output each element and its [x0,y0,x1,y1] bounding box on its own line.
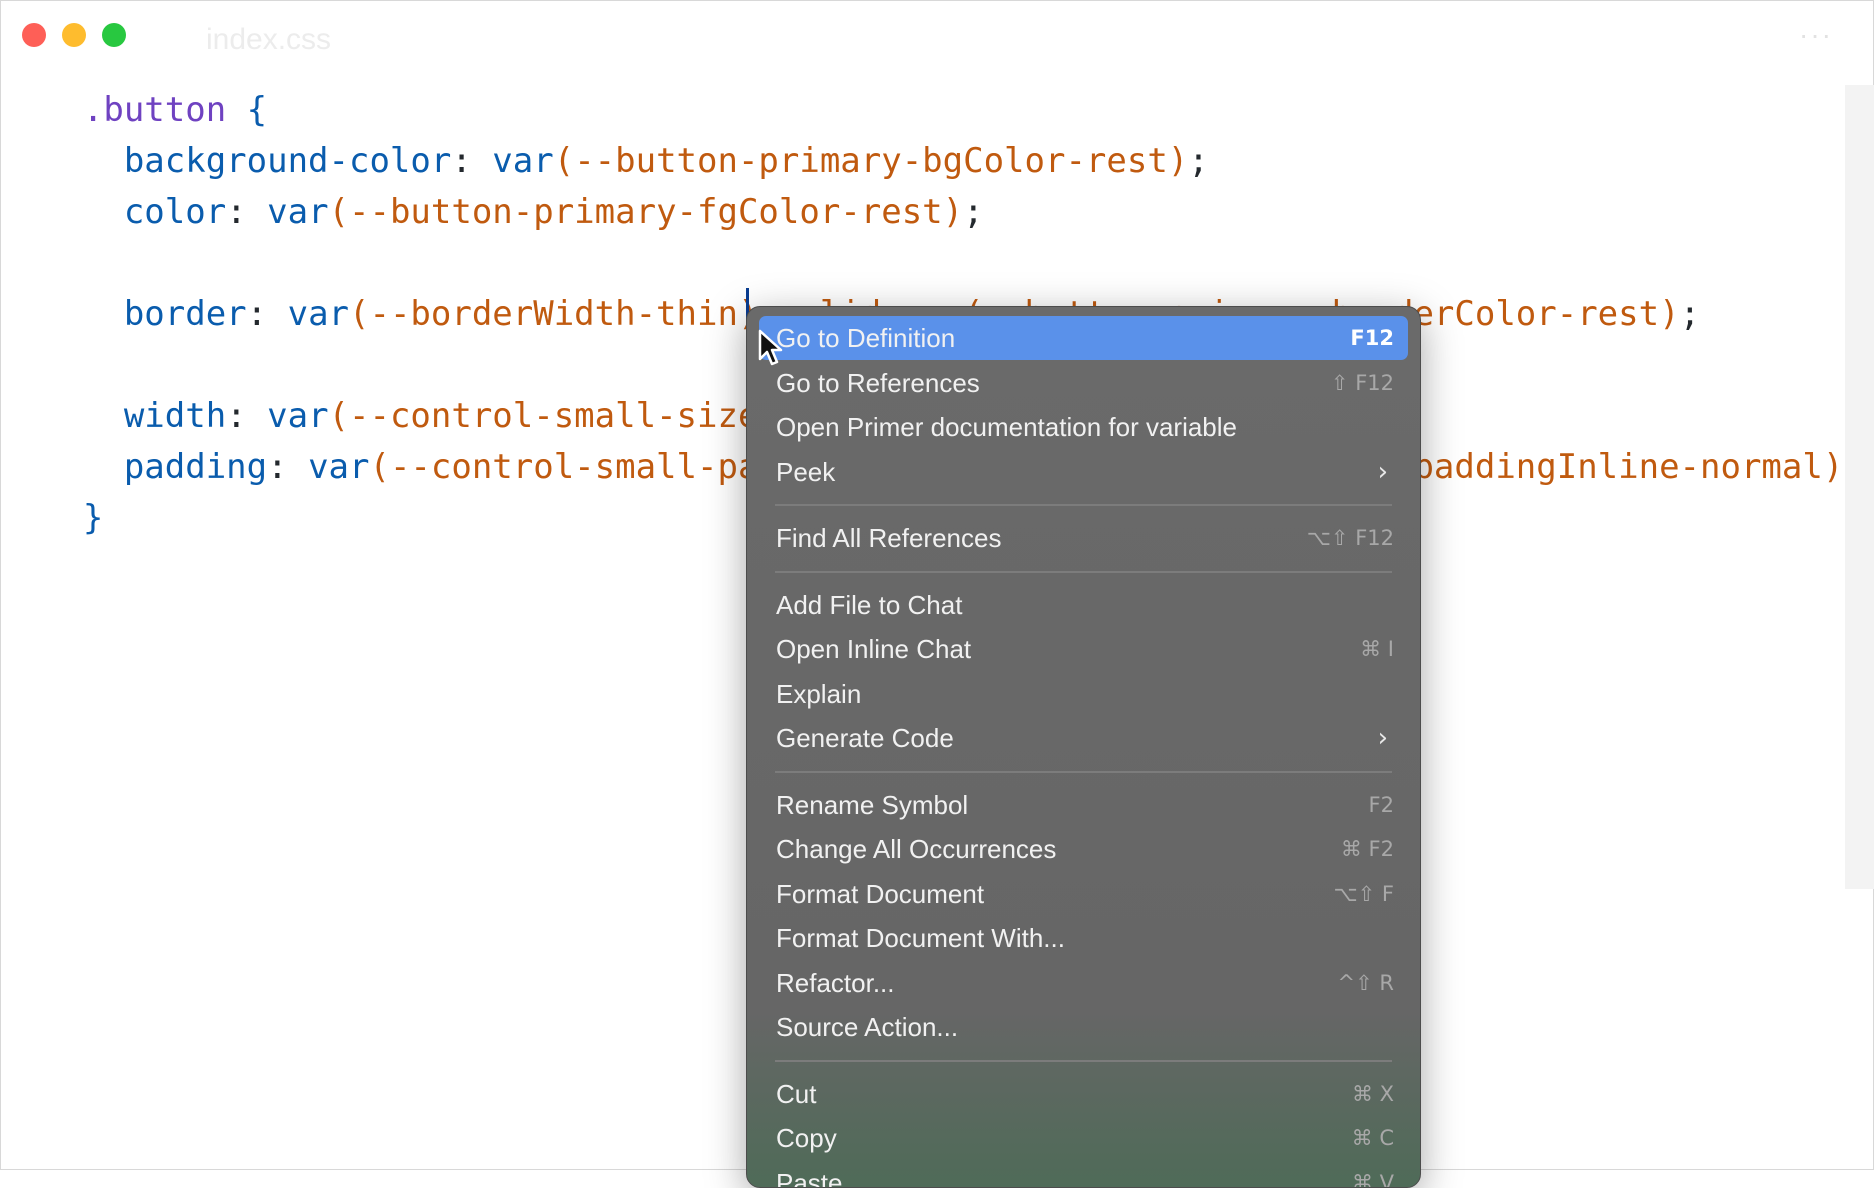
menu-item-label: Copy [776,1116,837,1160]
menu-item-open-inline-chat[interactable]: Open Inline Chat ⌘ I [759,627,1408,671]
menu-item-shortcut: ⌥⇧ F [1333,872,1394,916]
code-line[interactable]: .button { [1,85,267,135]
menu-item-paste[interactable]: Paste ⌘ V [759,1161,1408,1188]
menu-item-label: Open Inline Chat [776,627,971,671]
code-token: (--button-primary-fgColor-rest) [329,192,964,232]
menu-separator [775,1060,1392,1062]
menu-item-label: Format Document With... [776,916,1065,960]
menu-item-shortcut: ⇧ F12 [1331,361,1394,405]
menu-item-label: Go to Definition [776,316,955,360]
menu-item-source-action[interactable]: Source Action... [759,1005,1408,1049]
minimize-window-button[interactable] [62,23,86,47]
code-token: .button [1,90,247,130]
code-token: var [267,396,328,436]
code-token: ; [963,192,983,232]
menu-item-format-document[interactable]: Format Document ⌥⇧ F [759,872,1408,916]
menu-item-shortcut: ⌘ V [1352,1161,1394,1188]
file-tab-title[interactable]: index.css [206,23,331,57]
code-line[interactable]: color: var(--button-primary-fgColor-rest… [1,187,984,237]
menu-item-shortcut: F12 [1350,316,1394,360]
menu-item-label: Format Document [776,872,984,916]
menu-item-explain[interactable]: Explain [759,672,1408,716]
more-actions-icon[interactable]: ··· [1799,19,1833,51]
code-token: : [226,396,267,436]
menu-item-label: Rename Symbol [776,783,968,827]
menu-item-shortcut: ⌥⇧ F12 [1307,516,1394,560]
menu-item-open-primer-documentation-for-variable[interactable]: Open Primer documentation for variable [759,405,1408,449]
code-token: ; [1680,294,1700,334]
menu-item-go-to-references[interactable]: Go to References ⇧ F12 [759,361,1408,405]
menu-item-copy[interactable]: Copy ⌘ C [759,1116,1408,1160]
menu-item-label: Source Action... [776,1005,958,1049]
menu-item-shortcut: ⌘ I [1360,627,1394,671]
menu-separator [775,771,1392,773]
menu-item-label: Go to References [776,361,980,405]
menu-item-peek[interactable]: Peek › [759,450,1408,494]
code-token: } [1,498,103,538]
menu-item-shortcut: ⌘ C [1352,1116,1394,1160]
maximize-window-button[interactable] [102,23,126,47]
code-token: var [267,192,328,232]
menu-item-shortcut: ^⇧ R [1338,961,1394,1005]
menu-item-cut[interactable]: Cut ⌘ X [759,1072,1408,1116]
menu-item-label: Explain [776,672,861,716]
code-token: : [451,141,492,181]
menu-item-generate-code[interactable]: Generate Code › [759,716,1408,760]
chevron-right-icon: › [1378,450,1388,494]
close-window-button[interactable] [22,23,46,47]
menu-item-label: Generate Code [776,716,954,760]
chevron-right-icon: › [1378,716,1388,760]
code-token: width [1,396,226,436]
menu-item-refactor[interactable]: Refactor... ^⇧ R [759,961,1408,1005]
menu-item-label: Open Primer documentation for variable [776,405,1237,449]
menu-item-shortcut: F2 [1369,783,1394,827]
code-line[interactable]: } [1,493,103,543]
code-token: var [308,447,369,487]
code-token: { [247,90,267,130]
editor-window: index.css ··· .button { background-color… [0,0,1874,1170]
code-line[interactable]: background-color: var(--button-primary-b… [1,136,1209,186]
vertical-scrollbar[interactable] [1845,85,1874,889]
code-token: : [247,294,288,334]
menu-item-label: Add File to Chat [776,583,962,627]
code-token: ; [1188,141,1208,181]
menu-item-label: Peek [776,450,835,494]
menu-item-label: Find All References [776,516,1001,560]
code-token: border [1,294,247,334]
mouse-pointer-icon [758,329,784,367]
code-token: background-color [1,141,451,181]
code-token: padding [1,447,267,487]
code-token: var [288,294,349,334]
menu-separator [775,504,1392,506]
menu-item-find-all-references[interactable]: Find All References ⌥⇧ F12 [759,516,1408,560]
menu-item-format-document-with[interactable]: Format Document With... [759,916,1408,960]
code-token: var [492,141,553,181]
menu-separator [775,571,1392,573]
code-line[interactable]: width: var(--control-small-size); [1,391,799,441]
menu-item-label: Paste [776,1161,843,1188]
code-token: (--control-small-size) [329,396,779,436]
menu-item-change-all-occurrences[interactable]: Change All Occurrences ⌘ F2 [759,827,1408,871]
menu-item-add-file-to-chat[interactable]: Add File to Chat [759,583,1408,627]
menu-item-shortcut: ⌘ X [1352,1072,1394,1116]
code-token: (--button-primary-bgColor-rest) [554,141,1189,181]
code-token: : [267,447,308,487]
code-token: : [226,192,267,232]
menu-item-rename-symbol[interactable]: Rename Symbol F2 [759,783,1408,827]
menu-item-label: Refactor... [776,961,895,1005]
code-token: color [1,192,226,232]
context-menu: Go to Definition F12 Go to References ⇧ F12… [746,306,1421,1188]
menu-item-shortcut: ⌘ F2 [1341,827,1394,871]
menu-item-label: Cut [776,1072,816,1116]
menu-item-go-to-definition[interactable]: Go to Definition F12 [759,316,1408,360]
menu-item-label: Change All Occurrences [776,827,1056,871]
